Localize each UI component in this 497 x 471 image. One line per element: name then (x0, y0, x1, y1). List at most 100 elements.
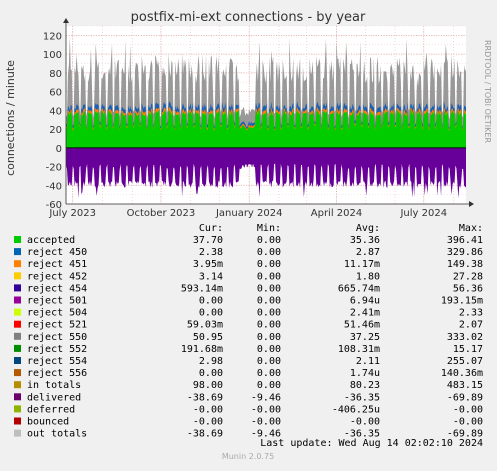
y-axis-arrow (63, 18, 69, 23)
legend-value-cur: 37.70 (193, 235, 223, 246)
legend-swatch (14, 344, 21, 352)
legend-value-max: 333.02 (447, 332, 483, 343)
legend-value-min: -0.00 (251, 417, 281, 428)
legend-label: deferred (27, 404, 75, 415)
legend-value-max: 15.17 (453, 344, 483, 355)
legend-label: delivered (27, 392, 81, 403)
legend-value-cur: 3.14 (199, 271, 223, 282)
legend-value-cur: -0.00 (193, 417, 223, 428)
legend-swatch (14, 236, 21, 243)
y-tick-label: 0 (56, 144, 62, 155)
legend-value-min: 0.00 (257, 247, 281, 258)
y-tick-label: 40 (49, 106, 62, 117)
legend-label: reject 550 (27, 332, 87, 343)
legend-swatch (14, 272, 21, 280)
legend-value-avg: 80.23 (350, 380, 380, 391)
legend-value-max: 2.33 (459, 308, 483, 319)
legend-value-max: 193.15m (441, 296, 483, 307)
legend-label: reject 554 (27, 356, 87, 367)
legend-value-cur: 59.03m (187, 320, 223, 331)
legend-value-cur: 0.00 (199, 368, 223, 379)
legend: Cur: Min: Avg: Max: accepted 37.70 0.00 35.36 39… (14, 223, 483, 440)
legend-value-max: -0.00 (453, 417, 483, 428)
legend-swatch (14, 296, 21, 304)
legend-value-cur: -38.69 (187, 429, 223, 440)
legend-value-min: -9.46 (251, 392, 281, 403)
legend-label: reject 556 (27, 368, 87, 379)
x-tick-label: July 2024 (399, 208, 447, 219)
legend-value-max: 255.07 (447, 356, 483, 367)
y-tick-label: 120 (43, 31, 62, 42)
legend-label: reject 521 (27, 320, 87, 331)
legend-label: in totals (27, 380, 81, 391)
legend-value-avg: 6.94u (350, 296, 380, 307)
legend-value-avg: -406.25u (332, 404, 380, 415)
legend-swatch (14, 405, 21, 413)
legend-label: out totals (27, 429, 87, 440)
legend-value-max: 396.41 (447, 235, 483, 246)
legend-value-cur: 50.95 (193, 332, 223, 343)
legend-value-max: 329.86 (447, 247, 483, 258)
legend-value-avg: 35.36 (350, 235, 380, 246)
x-tick-label: October 2023 (127, 208, 196, 219)
legend-value-avg: -0.00 (350, 417, 380, 428)
legend-value-avg: -36.35 (344, 392, 380, 403)
legend-value-cur: 2.98 (199, 356, 223, 367)
legend-value-cur: 191.68m (181, 344, 223, 355)
legend-value-avg: 2.87 (356, 247, 380, 258)
legend-value-min: 0.00 (257, 235, 281, 246)
munin-version: Munin 2.0.75 (222, 452, 274, 461)
x-axis-arrow (469, 201, 474, 207)
legend-value-min: 0.00 (257, 332, 281, 343)
legend-value-cur: 593.14m (181, 283, 223, 294)
legend-value-min: 0.00 (257, 308, 281, 319)
legend-swatch (14, 332, 21, 340)
legend-value-avg: 11.17m (344, 259, 380, 270)
legend-swatch (14, 357, 21, 364)
legend-value-min: 0.00 (257, 368, 281, 379)
legend-label: accepted (27, 235, 75, 246)
legend-value-avg: 108.31m (338, 344, 380, 355)
legend-label: reject 452 (27, 271, 87, 282)
legend-value-max: 140.36m (441, 368, 483, 379)
legend-value-max: -69.89 (447, 392, 483, 403)
legend-swatch (14, 393, 21, 401)
legend-value-max: 483.15 (447, 380, 483, 391)
legend-header-avg: Avg: (356, 223, 380, 234)
y-axis-label: connections / minute (4, 60, 17, 176)
legend-value-max: 56.36 (453, 283, 483, 294)
legend-value-max: 27.28 (453, 271, 483, 282)
legend-value-max: 2.07 (459, 320, 483, 331)
legend-label: reject 552 (27, 344, 87, 355)
legend-value-cur: 0.00 (199, 308, 223, 319)
legend-value-cur: 0.00 (199, 296, 223, 307)
legend-value-avg: 51.46m (344, 320, 380, 331)
legend-value-avg: 37.25 (350, 332, 380, 343)
legend-value-min: -0.00 (251, 404, 281, 415)
legend-value-avg: 2.41m (350, 308, 380, 319)
legend-value-min: 0.00 (257, 380, 281, 391)
x-tick-label: January 2024 (215, 208, 283, 219)
legend-header-min: Min: (257, 223, 281, 234)
y-tick-label: 20 (49, 125, 62, 136)
legend-value-cur: 98.00 (193, 380, 223, 391)
legend-value-cur: -0.00 (193, 404, 223, 415)
legend-swatch (14, 308, 21, 316)
rrdtool-credit: RRDTOOL / TOBI OETIKER (483, 40, 492, 143)
legend-label: bounced (27, 417, 69, 428)
chart-title: postfix-mi-ext connections - by year (131, 10, 366, 25)
legend-value-min: 0.00 (257, 320, 281, 331)
legend-value-avg: 2.11 (356, 356, 380, 367)
last-update: Last update: Wed Aug 14 02:02:10 2024 (260, 438, 483, 449)
x-tick-label: April 2024 (311, 208, 362, 219)
legend-value-max: 149.38 (447, 259, 483, 270)
legend-swatch (14, 429, 21, 437)
y-tick-label: 100 (43, 50, 62, 61)
legend-swatch (14, 417, 21, 425)
legend-value-cur: -38.69 (187, 392, 223, 403)
legend-value-cur: 3.95m (193, 259, 223, 270)
legend-value-avg: 665.74m (338, 283, 380, 294)
y-tick-label: -20 (46, 163, 62, 174)
legend-value-min: 0.00 (257, 271, 281, 282)
legend-swatch (14, 248, 21, 256)
